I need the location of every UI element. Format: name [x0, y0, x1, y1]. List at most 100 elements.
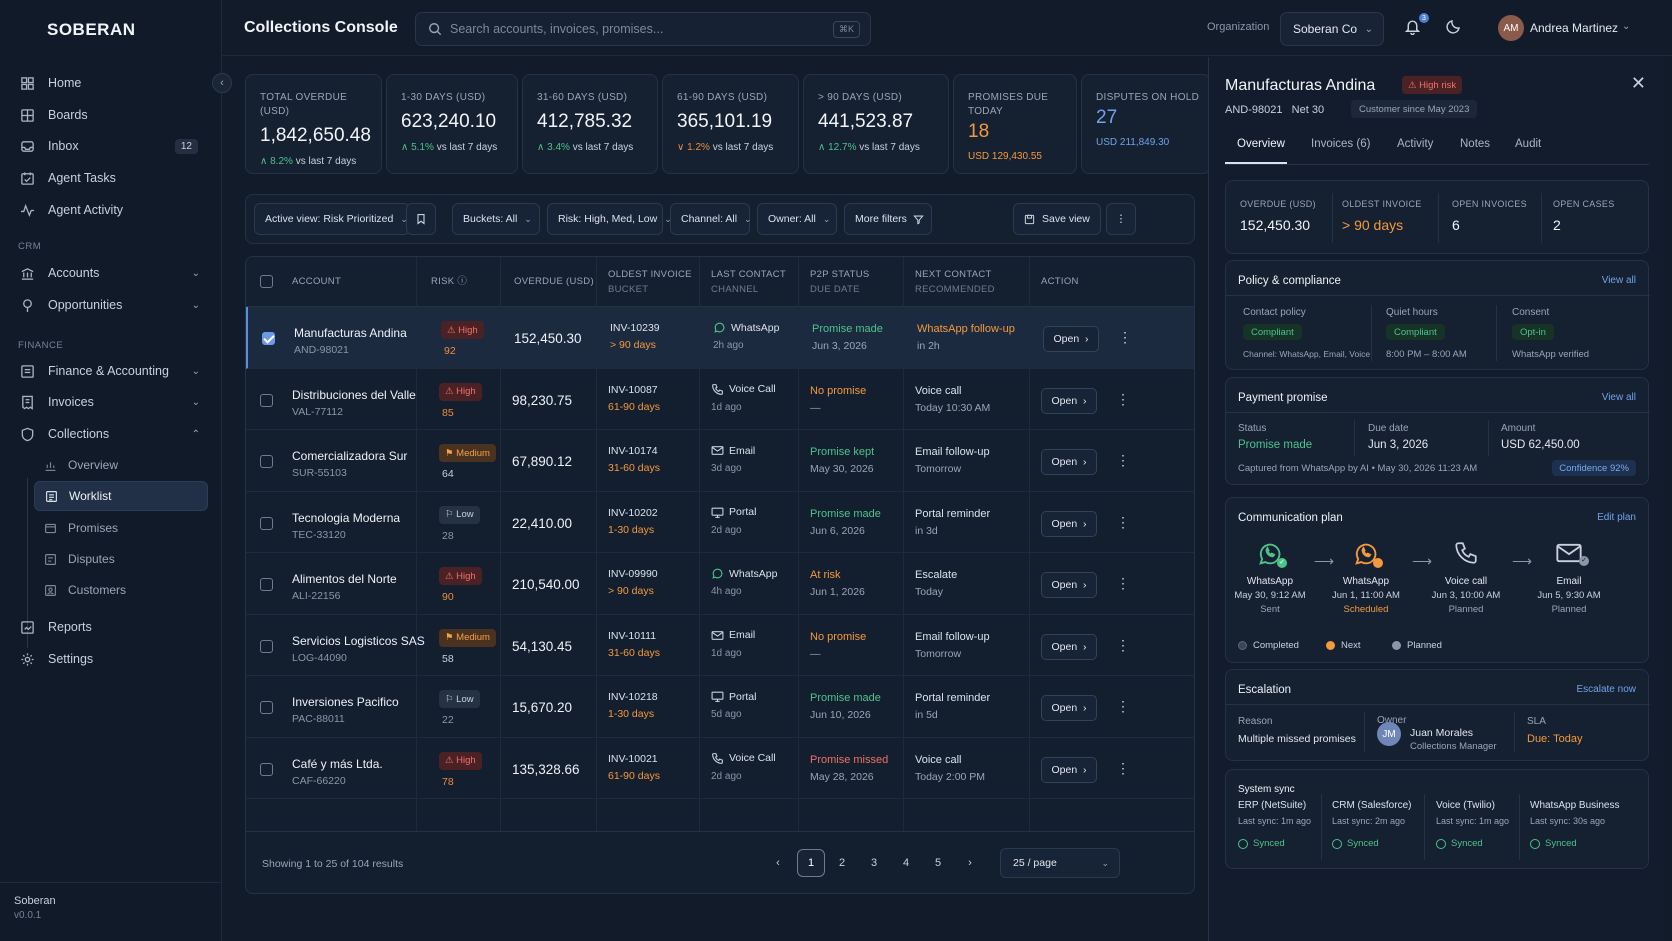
- open-button[interactable]: Open ›: [1041, 756, 1097, 783]
- table-row[interactable]: Servicios Logisticos SAS LOG-44090 ⚑ Mediu…: [246, 615, 1194, 676]
- table-row[interactable]: Alimentos del Norte ALI-22156 ⚠ High 90 210,…: [246, 553, 1194, 615]
- column-header-next-contact[interactable]: NEXT CONTACT RECOMMENDED: [915, 267, 995, 297]
- row-checkbox[interactable]: [260, 701, 273, 714]
- sidebar-sub-worklist[interactable]: Worklist: [34, 481, 208, 511]
- column-header-oldest-invoice[interactable]: OLDEST INVOICE BUCKET: [608, 267, 692, 297]
- kebab-icon[interactable]: ⋮: [1116, 515, 1130, 529]
- buckets-filter[interactable]: Buckets: All ⌄: [452, 203, 540, 235]
- tab-audit[interactable]: Audit: [1515, 138, 1541, 150]
- row-checkbox[interactable]: [260, 393, 273, 407]
- sidebar-item-home[interactable]: Home: [14, 68, 208, 98]
- account-name[interactable]: Tecnologia Moderna: [292, 511, 400, 525]
- sidebar-item-reports[interactable]: Reports: [14, 612, 208, 642]
- moon-icon[interactable]: [1446, 18, 1462, 34]
- sidebar-item-collections[interactable]: Collections ⌃: [14, 419, 208, 449]
- account-name[interactable]: Servicios Logisticos SAS: [292, 634, 425, 648]
- view-all-link[interactable]: View all: [1602, 275, 1636, 286]
- sidebar-item-finance-accounting[interactable]: Finance & Accounting ⌄: [14, 356, 208, 386]
- chevron-right-icon[interactable]: ›: [956, 849, 984, 877]
- edit-plan-link[interactable]: Edit plan: [1597, 512, 1636, 523]
- select-all-checkbox[interactable]: [260, 275, 273, 288]
- plan-step[interactable]: WhatsApp Jun 1, 11:00 AM Scheduled: [1326, 540, 1406, 615]
- bell-icon[interactable]: [1404, 18, 1421, 35]
- plan-step[interactable]: ✓ WhatsApp May 30, 9:12 AM Sent: [1230, 540, 1310, 615]
- active-view-select[interactable]: Active view: Risk Prioritized ⌄: [254, 203, 410, 235]
- user-avatar[interactable]: AM: [1498, 15, 1524, 41]
- sidebar-item-opportunities[interactable]: Opportunities ⌄: [14, 290, 208, 320]
- bookmark-view-button[interactable]: [406, 203, 436, 235]
- table-row[interactable]: Inversiones Pacifico PAC-88011 ⚐ Low 22 15,6…: [246, 676, 1194, 738]
- open-button[interactable]: Open ›: [1041, 387, 1097, 414]
- close-icon[interactable]: ✕: [1631, 73, 1646, 94]
- risk-filter[interactable]: Risk: High, Med, Low ⌄: [547, 203, 672, 235]
- save-view-button[interactable]: Save view: [1013, 203, 1101, 235]
- tab-activity[interactable]: Activity: [1397, 138, 1433, 150]
- owner-filter[interactable]: Owner: All ⌄: [757, 203, 837, 235]
- kebab-icon[interactable]: ⋮: [1116, 638, 1130, 652]
- sidebar-sub-disputes[interactable]: Disputes: [34, 544, 208, 574]
- sidebar-item-invoices[interactable]: Invoices ⌄: [14, 387, 208, 417]
- page-button[interactable]: 3: [860, 849, 888, 877]
- chevron-down-icon[interactable]: ⌄: [1622, 21, 1630, 32]
- column-header-p2p-status[interactable]: P2P STATUS DUE DATE: [810, 267, 870, 297]
- sidebar-item-settings[interactable]: Settings: [14, 644, 208, 674]
- open-button[interactable]: Open ›: [1041, 510, 1097, 537]
- account-name[interactable]: Manufacturas Andina: [294, 326, 407, 340]
- row-checkbox[interactable]: [260, 639, 273, 653]
- sidebar-sub-customers[interactable]: Customers: [34, 575, 208, 605]
- view-all-link[interactable]: View all: [1602, 392, 1636, 403]
- row-checkbox[interactable]: [262, 332, 275, 345]
- account-name[interactable]: Inversiones Pacifico: [292, 695, 399, 709]
- sidebar-item-inbox[interactable]: Inbox 12: [14, 131, 208, 161]
- account-name[interactable]: Comercializadora Sur: [292, 449, 407, 463]
- table-row[interactable]: Distribuciones del Valle VAL-77112 ⚠ High 8…: [246, 369, 1194, 430]
- page-button[interactable]: 1: [797, 849, 825, 877]
- sidebar-sub-overview[interactable]: Overview: [34, 450, 208, 480]
- channel-filter[interactable]: Channel: All ⌄: [670, 203, 752, 235]
- column-header-account[interactable]: ACCOUNT: [292, 274, 341, 289]
- plan-step[interactable]: ✓ Email Jun 5, 9:30 AM Planned: [1529, 540, 1609, 615]
- account-name[interactable]: Alimentos del Norte: [292, 572, 397, 586]
- chevron-left-icon[interactable]: ‹: [764, 849, 792, 877]
- more-filters-button[interactable]: More filters: [844, 203, 932, 235]
- page-button[interactable]: 5: [924, 849, 952, 877]
- sidebar-sub-promises[interactable]: Promises: [34, 513, 208, 543]
- open-button[interactable]: Open ›: [1041, 449, 1097, 475]
- row-checkbox[interactable]: [260, 516, 273, 530]
- account-name[interactable]: Café y más Ltda.: [292, 757, 383, 771]
- org-select[interactable]: Soberan Co ⌄: [1280, 12, 1384, 46]
- table-row[interactable]: Comercializadora Sur SUR-55103 ⚑ Medium 64 6…: [246, 430, 1194, 492]
- column-header-last-contact[interactable]: LAST CONTACT CHANNEL: [711, 267, 786, 297]
- search-input[interactable]: [450, 22, 810, 36]
- page-size-select[interactable]: 25 / page ⌄: [1000, 848, 1120, 878]
- open-button[interactable]: Open ›: [1043, 326, 1099, 352]
- page-button[interactable]: 4: [892, 849, 920, 877]
- search-bar[interactable]: ⌘K: [415, 12, 871, 46]
- tab-overview[interactable]: Overview: [1237, 138, 1285, 150]
- tab-notes[interactable]: Notes: [1460, 138, 1490, 150]
- table-row[interactable]: Tecnologia Moderna TEC-33120 ⚐ Low 28 22,410…: [246, 492, 1194, 553]
- sidebar-item-agent-tasks[interactable]: Agent Tasks: [14, 163, 208, 193]
- table-row[interactable]: Café y más Ltda. CAF-66220 ⚠ High 78 135,328…: [246, 738, 1194, 799]
- open-button[interactable]: Open ›: [1041, 572, 1097, 598]
- kebab-icon[interactable]: ⋮: [1118, 330, 1132, 344]
- user-name[interactable]: Andrea Martinez: [1530, 21, 1618, 35]
- kebab-icon[interactable]: ⋮: [1116, 576, 1130, 590]
- row-checkbox[interactable]: [260, 762, 273, 776]
- kebab-icon[interactable]: ⋮: [1116, 699, 1130, 713]
- tab-invoices[interactable]: Invoices (6): [1311, 138, 1370, 150]
- row-checkbox[interactable]: [260, 455, 273, 468]
- column-header-risk[interactable]: RISK ⓘ: [431, 274, 467, 289]
- escalate-now-link[interactable]: Escalate now: [1577, 684, 1636, 695]
- collapse-sidebar-button[interactable]: ‹: [212, 73, 232, 93]
- sidebar-item-agent-activity[interactable]: Agent Activity: [14, 195, 208, 225]
- page-button[interactable]: 2: [828, 849, 856, 877]
- row-checkbox[interactable]: [260, 578, 273, 591]
- open-button[interactable]: Open ›: [1041, 633, 1097, 660]
- sidebar-item-boards[interactable]: Boards: [14, 100, 208, 130]
- open-button[interactable]: Open ›: [1041, 695, 1097, 721]
- kebab-icon[interactable]: ⋮: [1116, 761, 1130, 775]
- kebab-icon[interactable]: ⋮: [1116, 453, 1130, 467]
- kebab-icon[interactable]: ⋮: [1116, 392, 1130, 406]
- account-name[interactable]: Distribuciones del Valle: [292, 388, 416, 402]
